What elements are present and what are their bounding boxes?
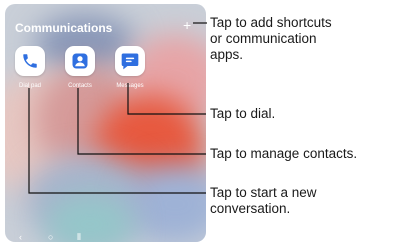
conversation-callout: Tap to start a new conversation. [210, 185, 317, 217]
add-callout-line-1: Tap to add shortcuts [210, 15, 332, 30]
add-callout-line-3: apps. [210, 47, 244, 62]
dial-callout: Tap to dial. [210, 106, 276, 121]
contacts-callout: Tap to manage contacts. [210, 146, 358, 161]
contacts-callout-line [77, 88, 206, 155]
conversation-callout-line-2: conversation. [210, 201, 291, 216]
add-callout: Tap to add shortcuts or communication ap… [210, 15, 332, 63]
conversation-callout-line [28, 88, 206, 194]
add-callout-line-2: or communication [210, 31, 317, 46]
conversation-callout-line-1: Tap to start a new [210, 185, 317, 200]
dial-callout-line [127, 83, 206, 115]
callout-lines [28, 22, 207, 194]
